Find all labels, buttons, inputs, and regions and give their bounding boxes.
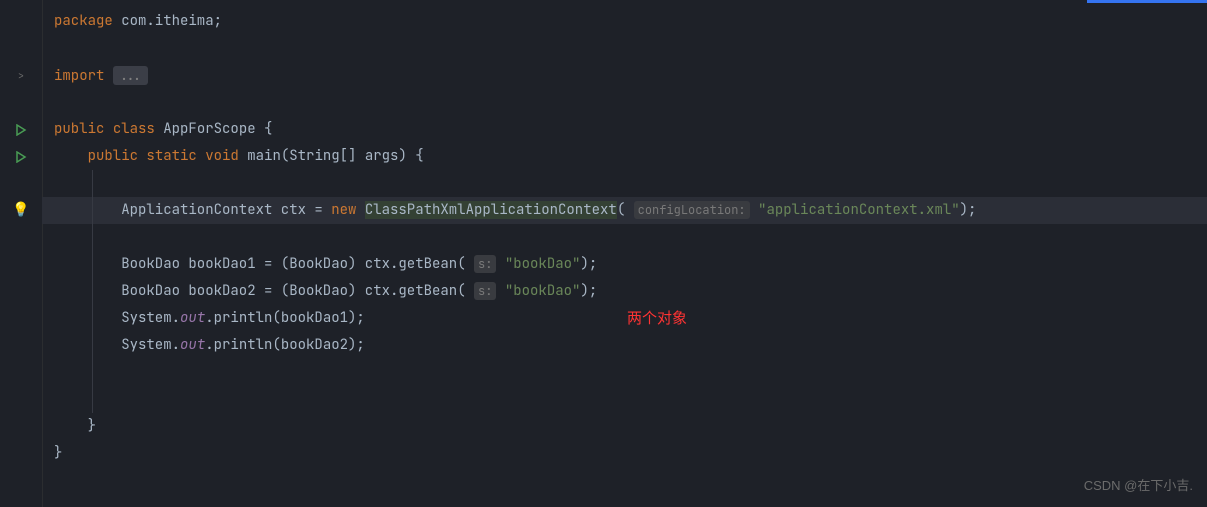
stmt-end: ); <box>580 255 597 273</box>
keyword-import: import <box>54 67 104 85</box>
code-line-1[interactable]: package com.itheima; <box>42 8 1207 35</box>
code-line-15[interactable] <box>42 386 1207 413</box>
run-class-icon[interactable] <box>0 116 42 143</box>
watermark-text: CSDN @在下小吉. <box>1084 472 1193 499</box>
code-line-6[interactable]: public static void main(String[] args) { <box>42 143 1207 170</box>
string-literal: "bookDao" <box>505 255 581 273</box>
gutter-row-4 <box>0 89 42 116</box>
keyword-class: class <box>113 120 155 138</box>
keyword-static: static <box>146 147 196 165</box>
string-literal: "bookDao" <box>505 282 581 300</box>
string-literal: "applicationContext.xml" <box>758 201 960 219</box>
code-line-5[interactable]: public class AppForScope { <box>42 116 1207 143</box>
keyword-public: public <box>54 120 104 138</box>
brace-close: } <box>88 417 96 435</box>
code-line-3[interactable]: import ... <box>42 62 1207 89</box>
method-params: (String[] args) { <box>281 147 424 165</box>
param-hint: configLocation: <box>634 201 750 219</box>
brace-close: } <box>54 444 62 462</box>
code-line-10[interactable]: BookDao bookDao1 = (BookDao) ctx.getBean… <box>42 251 1207 278</box>
fold-collapsed-icon[interactable]: > <box>18 62 24 89</box>
indent-guide <box>92 224 93 251</box>
stmt-end: ); <box>960 201 977 219</box>
stmt: System. <box>121 336 180 354</box>
stmt: System. <box>121 309 180 327</box>
gutter-row-7 <box>0 170 42 197</box>
editor-container: > 💡 package com.itheima; import ... publ… <box>0 0 1207 507</box>
indent-guide <box>92 359 93 386</box>
gutter-row-1 <box>0 8 42 35</box>
class-name: AppForScope <box>163 120 255 138</box>
keyword-new: new <box>331 201 356 219</box>
play-icon <box>15 151 27 163</box>
indent-guide <box>92 251 93 278</box>
folded-imports[interactable]: ... <box>113 66 148 85</box>
gutter-row-2 <box>0 35 42 62</box>
stmt-end: ); <box>580 282 597 300</box>
gutter-row-3[interactable]: > <box>0 62 42 89</box>
code-line-17[interactable]: } <box>42 440 1207 467</box>
stmt: BookDao bookDao1 = (BookDao) ctx.getBean… <box>121 255 465 273</box>
gutter: > 💡 <box>0 0 42 507</box>
method-name: main <box>247 147 281 165</box>
code-line-8[interactable]: ApplicationContext ctx = new ClassPathXm… <box>42 197 1207 224</box>
run-method-icon[interactable] <box>0 143 42 170</box>
bulb-icon: 💡 <box>12 197 29 224</box>
code-line-2[interactable] <box>42 35 1207 62</box>
stmt: BookDao bookDao2 = (BookDao) ctx.getBean… <box>121 282 465 300</box>
indent-guide <box>92 305 93 332</box>
play-icon <box>15 124 27 136</box>
package-name: com.itheima; <box>113 12 222 30</box>
brace: { <box>256 120 273 138</box>
keyword-public: public <box>88 147 138 165</box>
indent-guide <box>92 278 93 305</box>
annotation-text: 两个对象 <box>627 305 687 332</box>
intention-bulb-icon[interactable]: 💡 <box>0 197 42 224</box>
keyword-package: package <box>54 12 113 30</box>
code-line-13[interactable]: System.out.println(bookDao2); <box>42 332 1207 359</box>
stmt-end: .println(bookDao2); <box>205 336 365 354</box>
code-line-9[interactable] <box>42 224 1207 251</box>
code-line-16[interactable]: } <box>42 413 1207 440</box>
code-line-14[interactable] <box>42 359 1207 386</box>
field-out: out <box>180 309 205 327</box>
param-hint: s: <box>474 282 496 300</box>
class-ref: ClassPathXmlApplicationContext <box>365 201 617 219</box>
indent-guide <box>92 332 93 359</box>
indent-guide <box>92 197 93 224</box>
indent-guide <box>92 386 93 413</box>
field-out: out <box>180 336 205 354</box>
code-area[interactable]: package com.itheima; import ... public c… <box>42 0 1207 507</box>
code-line-7[interactable] <box>42 170 1207 197</box>
param-hint: s: <box>474 255 496 273</box>
code-line-11[interactable]: BookDao bookDao2 = (BookDao) ctx.getBean… <box>42 278 1207 305</box>
code-line-4[interactable] <box>42 89 1207 116</box>
indent-guide <box>92 170 93 197</box>
stmt-end: .println(bookDao1); <box>205 309 365 327</box>
var-decl: ApplicationContext ctx = <box>121 201 331 219</box>
code-line-12[interactable]: System.out.println(bookDao1); 两个对象 <box>42 305 1207 332</box>
keyword-void: void <box>205 147 239 165</box>
